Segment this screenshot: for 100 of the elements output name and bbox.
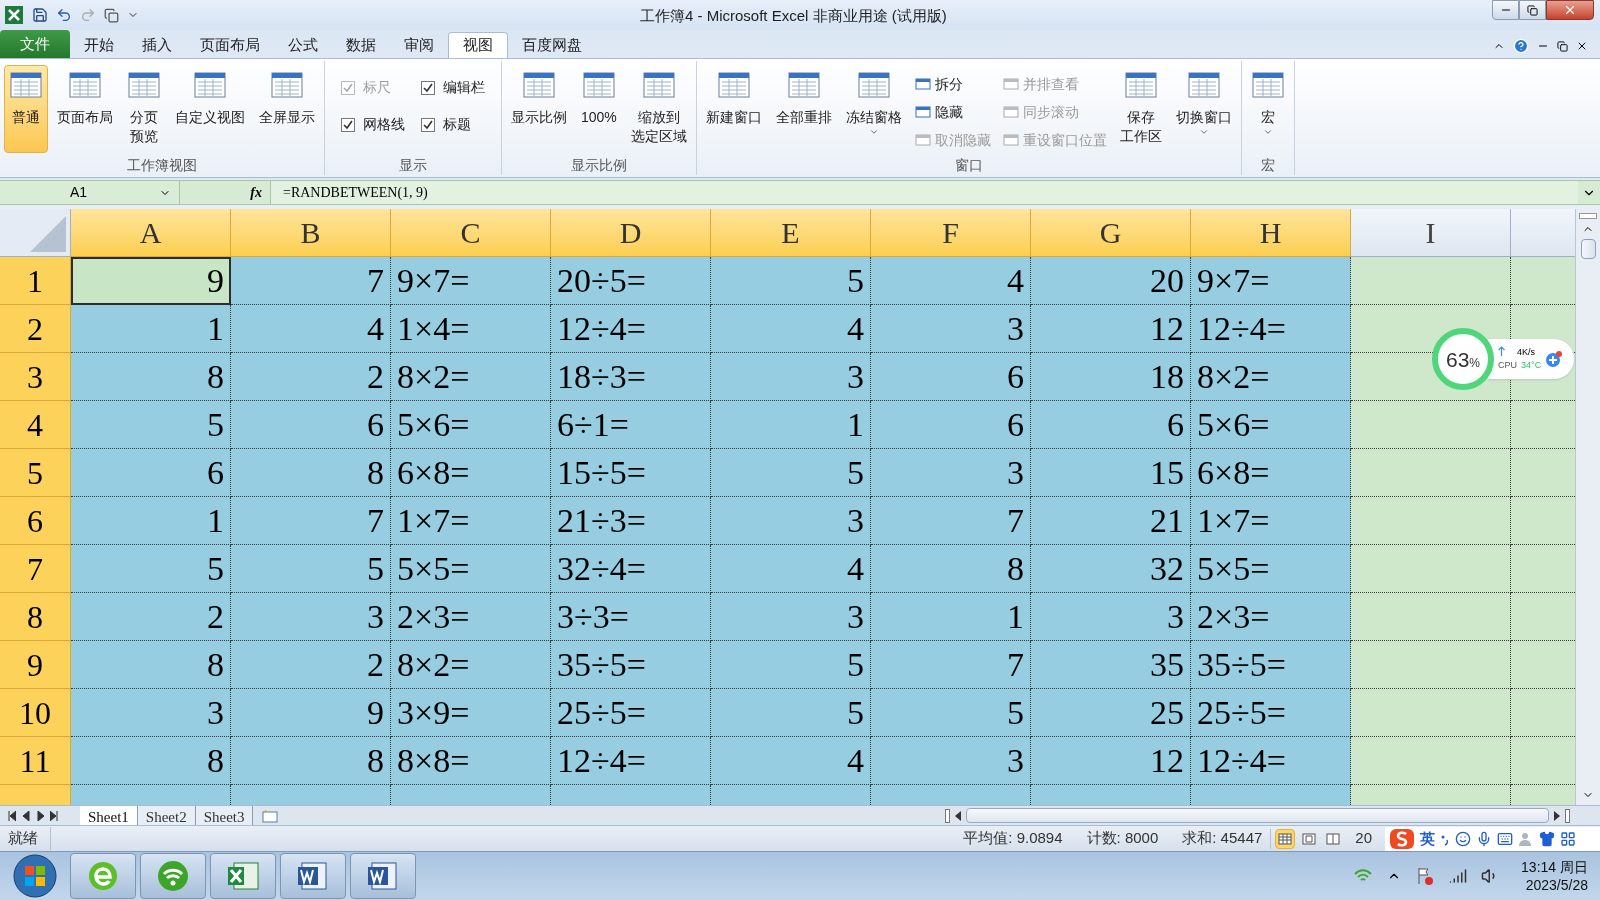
scroll-left-icon[interactable] <box>954 810 962 821</box>
ime-logo-icon[interactable] <box>1389 828 1415 850</box>
ime-mode[interactable]: 英 <box>1420 827 1435 851</box>
clock-time[interactable]: 13:14 周日 <box>1521 858 1588 876</box>
microphone-icon[interactable] <box>1476 831 1492 847</box>
ribbon-tab[interactable]: 开始 <box>70 32 128 58</box>
ribbon-tab[interactable]: 百度网盘 <box>508 32 596 58</box>
taskbar-app-button[interactable] <box>210 853 276 899</box>
ribbon-button[interactable]: 全屏显示 <box>254 65 320 153</box>
ribbon-tab[interactable]: 公式 <box>274 32 332 58</box>
column-header[interactable]: E <box>711 209 871 257</box>
row-header[interactable]: 2 <box>0 305 71 353</box>
table-cell: 32 <box>1031 545 1191 593</box>
row-header[interactable]: 9 <box>0 641 71 689</box>
flag-icon[interactable] <box>1415 866 1436 886</box>
row-header[interactable]: 8 <box>0 593 71 641</box>
sheet-nav-arrow-icon[interactable] <box>36 810 44 821</box>
taskbar-app-button[interactable] <box>70 853 136 899</box>
view-button[interactable] <box>1275 828 1296 849</box>
signal-icon[interactable] <box>1449 867 1468 885</box>
formula-field[interactable]: =RANDBETWEEN(1, 9) <box>270 181 1578 204</box>
save-icon[interactable] <box>32 7 48 23</box>
keyboard-icon[interactable] <box>1497 831 1513 847</box>
shirt-icon[interactable] <box>1539 831 1555 847</box>
sheet-nav-arrow-icon[interactable] <box>8 810 16 821</box>
checkbox[interactable]: 编辑栏 <box>421 77 485 98</box>
help-icon[interactable] <box>1513 38 1529 54</box>
ribbon-tab[interactable]: 数据 <box>332 32 390 58</box>
ribbon-button[interactable]: 自定义视图 <box>170 65 250 153</box>
column-header[interactable]: F <box>871 209 1031 257</box>
restore-button[interactable] <box>1519 0 1546 20</box>
ribbon-button[interactable]: 切换窗口 <box>1170 65 1237 153</box>
row-header[interactable]: 4 <box>0 401 71 449</box>
taskbar-app-button[interactable] <box>280 853 346 899</box>
sheet-tab[interactable]: Sheet1 <box>80 805 138 826</box>
ribbon-button[interactable]: 分页 预览 <box>122 65 166 153</box>
ribbon-button[interactable]: 100% <box>576 65 622 153</box>
ribbon-button[interactable]: 普通 <box>4 65 48 153</box>
split-box[interactable] <box>1565 808 1570 823</box>
row-header[interactable]: 1 <box>0 257 71 305</box>
ribbon-button[interactable]: 保存 工作区 <box>1114 65 1167 153</box>
ribbon-small-button[interactable]: 拆分 <box>914 73 991 95</box>
window-icon <box>786 70 821 100</box>
ribbon-button[interactable]: 显示比例 <box>506 65 572 153</box>
ribbon-button[interactable]: 缩放到 选定区域 <box>625 65 692 153</box>
row-header[interactable]: 6 <box>0 497 71 545</box>
row-header[interactable]: 11 <box>0 737 71 785</box>
ribbon-button[interactable]: 宏 <box>1245 65 1290 153</box>
restore-icon[interactable] <box>1557 40 1568 52</box>
checkbox[interactable]: 网格线 <box>341 114 405 135</box>
emoji-icon[interactable] <box>1455 831 1471 847</box>
split-box[interactable] <box>1579 213 1597 219</box>
row-header[interactable]: 3 <box>0 353 71 401</box>
column-header[interactable]: D <box>551 209 711 257</box>
row-header[interactable]: 5 <box>0 449 71 497</box>
column-header[interactable]: G <box>1031 209 1191 257</box>
undo-icon[interactable] <box>56 7 72 23</box>
sheet-nav-arrow-icon[interactable] <box>50 810 58 821</box>
zoom-level[interactable]: 20 <box>1355 827 1372 850</box>
scroll-right-icon[interactable] <box>1553 810 1561 821</box>
table-cell: 5 <box>711 257 871 305</box>
column-header[interactable]: C <box>391 209 551 257</box>
file-tab[interactable]: 文件 <box>0 30 70 58</box>
ribbon-tab[interactable]: 审阅 <box>390 32 448 58</box>
table-cell: 18÷3= <box>551 353 711 401</box>
vertical-scrollbar[interactable] <box>1575 209 1600 805</box>
start-button[interactable] <box>12 853 58 899</box>
plus-icon[interactable] <box>1545 350 1564 368</box>
close-button[interactable] <box>1546 0 1594 20</box>
grid-icon[interactable] <box>1560 831 1576 847</box>
ribbon-button[interactable]: 页面布局 <box>52 65 118 153</box>
ribbon-tab[interactable]: 视图 <box>448 32 508 58</box>
ribbon-button[interactable]: 全部重排 <box>770 65 837 153</box>
horizontal-scrollbar[interactable] <box>966 808 1549 823</box>
table-cell: 3 <box>711 353 871 401</box>
ribbon-tab[interactable]: 插入 <box>128 32 186 58</box>
column-header[interactable]: A <box>71 209 231 257</box>
ribbon-tab[interactable]: 页面布局 <box>186 32 274 58</box>
row-header[interactable]: 7 <box>0 545 71 593</box>
window-icon <box>9 70 43 100</box>
close-icon[interactable] <box>1576 40 1588 52</box>
function-label[interactable]: fx <box>250 182 262 203</box>
scroll-thumb[interactable] <box>1580 239 1596 259</box>
ribbon-button[interactable]: 新建窗口 <box>700 65 767 153</box>
taskbar-app-button[interactable] <box>350 853 416 899</box>
document-icon[interactable] <box>104 7 119 23</box>
column-header[interactable]: B <box>231 209 391 257</box>
ribbon-button[interactable]: 冻结窗格 <box>840 65 907 153</box>
checkbox[interactable]: 标题 <box>421 114 485 135</box>
sheet-tab[interactable]: Sheet3 <box>195 805 254 826</box>
split-box[interactable] <box>945 808 950 823</box>
row-header[interactable]: 10 <box>0 689 71 737</box>
clock-date[interactable]: 2023/5/28 <box>1525 876 1588 894</box>
minimize-button[interactable] <box>1492 0 1519 20</box>
column-header[interactable]: H <box>1191 209 1351 257</box>
column-header[interactable]: I <box>1351 209 1511 257</box>
sheet-tab[interactable]: Sheet2 <box>137 805 196 826</box>
sheet-nav-arrow-icon[interactable] <box>22 810 30 821</box>
ribbon-small-button[interactable]: 隐藏 <box>914 101 991 123</box>
taskbar-app-button[interactable] <box>140 853 206 899</box>
